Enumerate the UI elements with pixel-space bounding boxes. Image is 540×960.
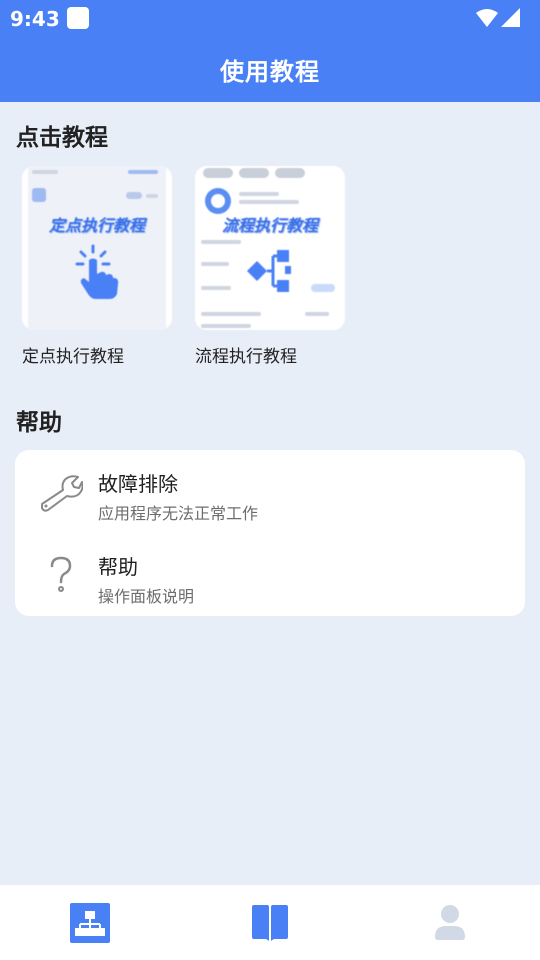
section-title-tutorials: 点击教程 <box>16 125 108 151</box>
help-item-help[interactable]: 帮助 操作面板说明 <box>15 539 525 619</box>
status-bar: 9:43 <box>0 0 540 36</box>
nav-guide-tab[interactable] <box>250 903 290 943</box>
tutorial-card-flow[interactable]: 流程执行教程 流程执行教程 <box>195 166 345 367</box>
thumbnail-background <box>195 166 345 330</box>
person-icon <box>435 905 465 940</box>
section-title-help: 帮助 <box>16 410 62 436</box>
help-panel: 故障排除 应用程序无法正常工作 帮助 操作面板说明 <box>15 450 525 616</box>
help-item-subtitle: 操作面板说明 <box>98 587 195 606</box>
status-time: 9:43 <box>10 7 60 31</box>
app-bar: 使用教程 <box>0 36 540 102</box>
help-item-title: 故障排除 <box>98 472 178 496</box>
tutorial-thumbnail: 流程执行教程 <box>195 166 345 330</box>
sitemap-icon <box>70 903 110 943</box>
thumbnail-title: 定点执行教程 <box>48 216 145 235</box>
bottom-nav <box>0 885 540 960</box>
question-mark-icon <box>50 556 72 592</box>
nav-profile-tab[interactable] <box>430 903 470 943</box>
flow-diagram-icon <box>247 250 291 292</box>
help-item-title: 帮助 <box>98 555 138 579</box>
nav-tutorials-tab[interactable] <box>70 903 110 943</box>
thumbnail-title: 流程执行教程 <box>221 216 318 235</box>
wifi-icon <box>476 9 498 27</box>
help-item-subtitle: 应用程序无法正常工作 <box>98 504 259 523</box>
book-icon <box>252 905 288 941</box>
wrench-icon <box>41 475 83 512</box>
page-title: 使用教程 <box>220 57 320 86</box>
notification-square-icon <box>67 7 89 29</box>
tap-gesture-icon <box>75 244 119 299</box>
tutorial-card-label: 定点执行教程 <box>22 347 124 367</box>
tutorial-card-label: 流程执行教程 <box>195 347 297 367</box>
help-item-troubleshooting[interactable]: 故障排除 应用程序无法正常工作 <box>15 456 525 536</box>
tutorial-thumbnail: 定点执行教程 <box>22 166 172 330</box>
tutorial-card-fixed-point[interactable]: 定点执行教程 定点执行教程 <box>22 166 172 367</box>
signal-icon <box>501 8 520 27</box>
